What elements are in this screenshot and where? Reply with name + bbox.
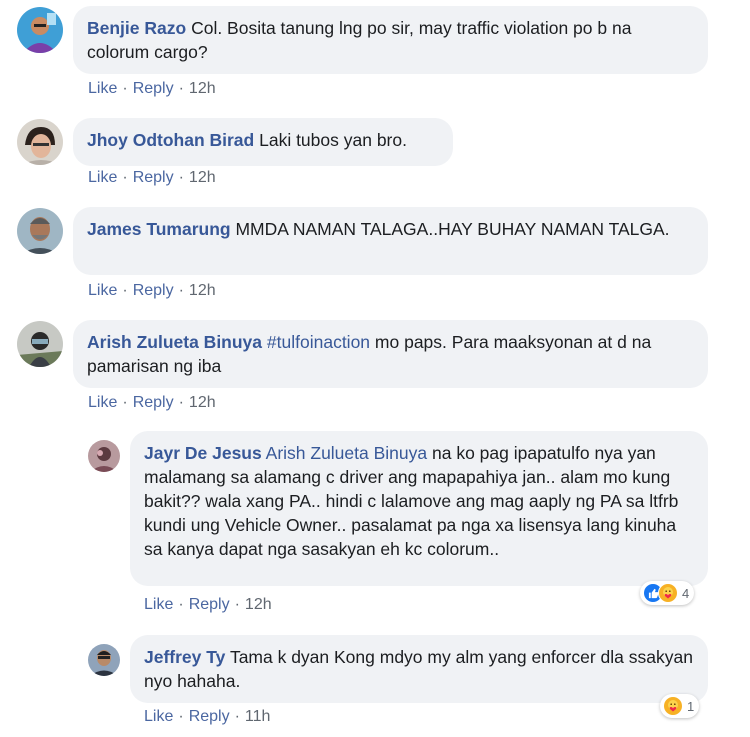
reply-actions: Like · Reply · 11h bbox=[144, 708, 271, 725]
comment-bubble: Jhoy Odtohan Birad Laki tubos yan bro. bbox=[73, 118, 453, 166]
avatar[interactable] bbox=[17, 321, 63, 367]
like-button[interactable]: Like bbox=[88, 169, 117, 186]
comment-bubble: James Tumarung MMDA NAMAN TALAGA..HAY BU… bbox=[73, 207, 708, 275]
reaction-count: 4 bbox=[682, 585, 690, 601]
hashtag-link[interactable]: #tulfoinaction bbox=[267, 332, 370, 352]
reply-text: Tama k dyan Kong mdyo my alm yang enforc… bbox=[144, 647, 693, 691]
care-icon bbox=[658, 583, 678, 603]
reply-button[interactable]: Reply bbox=[133, 169, 174, 186]
comment-author[interactable]: Benjie Razo bbox=[87, 18, 186, 38]
comment-text: MMDA NAMAN TALAGA..HAY BUHAY NAMAN TALGA… bbox=[235, 219, 670, 239]
reply-button[interactable]: Reply bbox=[189, 596, 230, 613]
like-button[interactable]: Like bbox=[88, 282, 117, 299]
reply-author[interactable]: Jeffrey Ty bbox=[144, 647, 225, 667]
comment-bubble: Benjie Razo Col. Bosita tanung lng po si… bbox=[73, 6, 708, 74]
comment-bubble: Jayr De Jesus Arish Zulueta Binuya na ko… bbox=[130, 431, 708, 586]
avatar[interactable] bbox=[88, 440, 120, 472]
comment-author[interactable]: James Tumarung bbox=[87, 219, 231, 239]
comment-bubble: Arish Zulueta Binuya #tulfoinaction mo p… bbox=[73, 320, 708, 388]
avatar[interactable] bbox=[17, 119, 63, 165]
timestamp[interactable]: 12h bbox=[245, 596, 272, 613]
reply-button[interactable]: Reply bbox=[133, 80, 174, 97]
avatar[interactable] bbox=[17, 208, 63, 254]
comment-author[interactable]: Arish Zulueta Binuya bbox=[87, 332, 262, 352]
reply-button[interactable]: Reply bbox=[133, 394, 174, 411]
comment-author[interactable]: Jhoy Odtohan Birad bbox=[87, 130, 254, 150]
avatar[interactable] bbox=[17, 7, 63, 53]
avatar[interactable] bbox=[88, 644, 120, 676]
timestamp[interactable]: 11h bbox=[245, 708, 271, 725]
timestamp[interactable]: 12h bbox=[189, 169, 216, 186]
comment-text: Laki tubos yan bro. bbox=[259, 130, 407, 150]
reply-author[interactable]: Jayr De Jesus bbox=[144, 443, 262, 463]
reaction-summary[interactable]: 1 bbox=[660, 694, 700, 718]
like-button[interactable]: Like bbox=[88, 394, 117, 411]
mention-link[interactable]: Arish Zulueta Binuya bbox=[266, 443, 427, 463]
reply-button[interactable]: Reply bbox=[189, 708, 230, 725]
reply-button[interactable]: Reply bbox=[133, 282, 174, 299]
care-icon bbox=[663, 696, 683, 716]
reaction-count: 1 bbox=[687, 698, 695, 714]
comment-actions: Like · Reply · 12h bbox=[88, 169, 216, 186]
like-button[interactable]: Like bbox=[88, 80, 117, 97]
comment-actions: Like · Reply · 12h bbox=[88, 394, 216, 411]
like-button[interactable]: Like bbox=[144, 708, 173, 725]
comment-actions: Like · Reply · 12h bbox=[88, 282, 216, 299]
timestamp[interactable]: 12h bbox=[189, 80, 216, 97]
timestamp[interactable]: 12h bbox=[189, 282, 216, 299]
like-button[interactable]: Like bbox=[144, 596, 173, 613]
comment-bubble: Jeffrey Ty Tama k dyan Kong mdyo my alm … bbox=[130, 635, 708, 703]
reaction-summary[interactable]: 4 bbox=[640, 581, 695, 605]
comment-actions: Like · Reply · 12h bbox=[88, 80, 216, 97]
timestamp[interactable]: 12h bbox=[189, 394, 216, 411]
reply-actions: Like · Reply · 12h bbox=[144, 596, 272, 613]
